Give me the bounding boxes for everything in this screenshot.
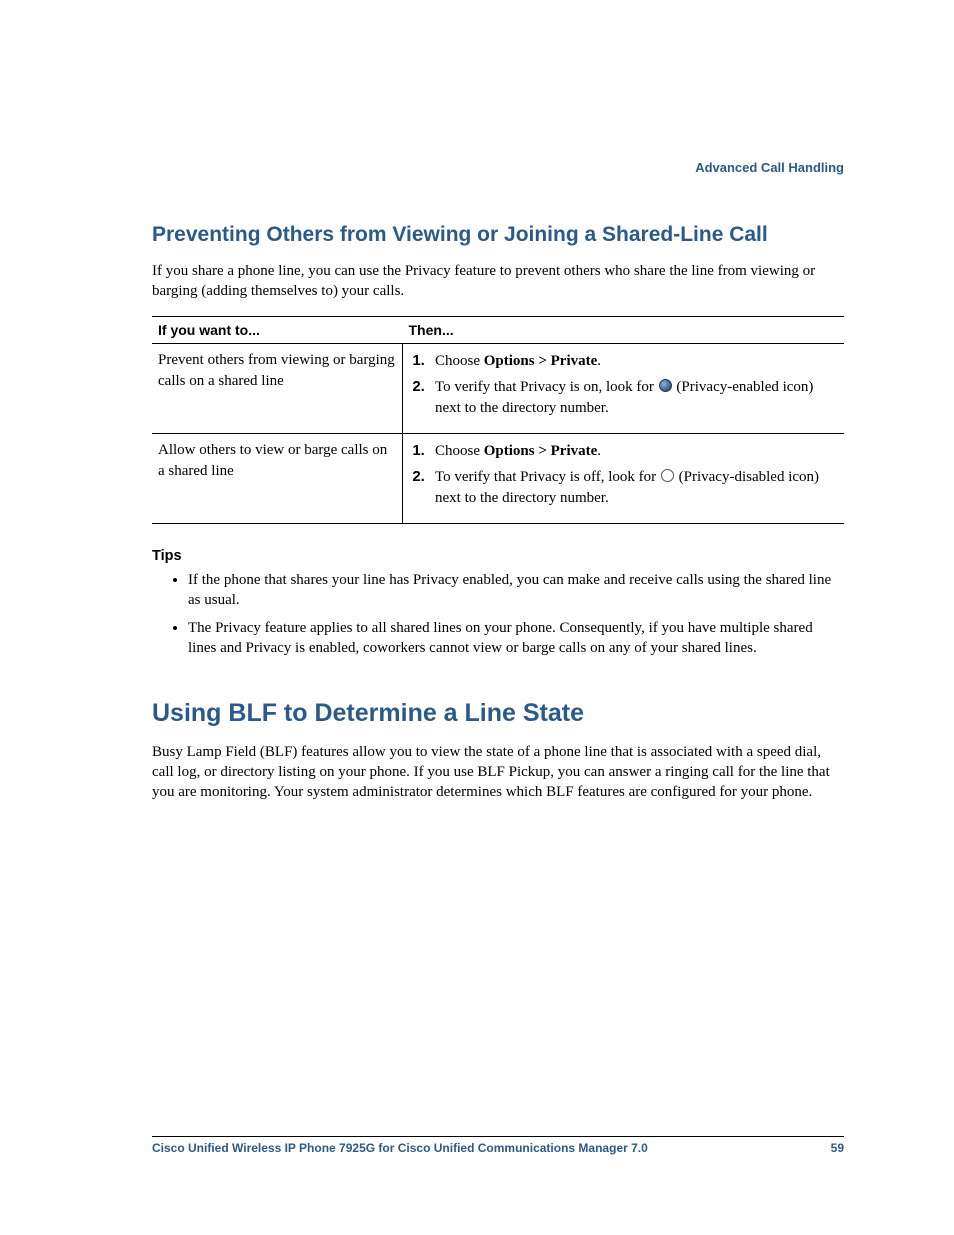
- row2-right: Choose Options > Private. To verify that…: [403, 433, 845, 523]
- intro-paragraph-1: If you share a phone line, you can use t…: [152, 261, 844, 302]
- row1-left: Prevent others from viewing or barging c…: [152, 343, 403, 433]
- page-footer: Cisco Unified Wireless IP Phone 7925G fo…: [152, 1136, 844, 1155]
- heading-blf: Using BLF to Determine a Line State: [152, 699, 844, 728]
- table-header-if: If you want to...: [152, 316, 403, 343]
- tip-item: If the phone that shares your line has P…: [188, 570, 844, 611]
- privacy-table: If you want to... Then... Prevent others…: [152, 316, 844, 524]
- table-row: Prevent others from viewing or barging c…: [152, 343, 844, 433]
- privacy-disabled-icon: [661, 469, 674, 482]
- row1-step1: Choose Options > Private.: [429, 350, 838, 372]
- intro-paragraph-2: Busy Lamp Field (BLF) features allow you…: [152, 742, 844, 803]
- subheading-preventing: Preventing Others from Viewing or Joinin…: [152, 223, 844, 247]
- row1-right: Choose Options > Private. To verify that…: [403, 343, 845, 433]
- table-row: Allow others to view or barge calls on a…: [152, 433, 844, 523]
- tip-item: The Privacy feature applies to all share…: [188, 618, 844, 659]
- row2-step1: Choose Options > Private.: [429, 440, 838, 462]
- table-header-then: Then...: [403, 316, 845, 343]
- section-header: Advanced Call Handling: [152, 160, 844, 175]
- privacy-enabled-icon: [659, 379, 672, 392]
- row1-step2: To verify that Privacy is on, look for (…: [429, 376, 838, 419]
- row2-left: Allow others to view or barge calls on a…: [152, 433, 403, 523]
- tips-label: Tips: [152, 548, 844, 564]
- row2-step2: To verify that Privacy is off, look for …: [429, 466, 838, 509]
- footer-title: Cisco Unified Wireless IP Phone 7925G fo…: [152, 1141, 648, 1155]
- footer-page-number: 59: [831, 1141, 844, 1155]
- tips-list: If the phone that shares your line has P…: [152, 570, 844, 659]
